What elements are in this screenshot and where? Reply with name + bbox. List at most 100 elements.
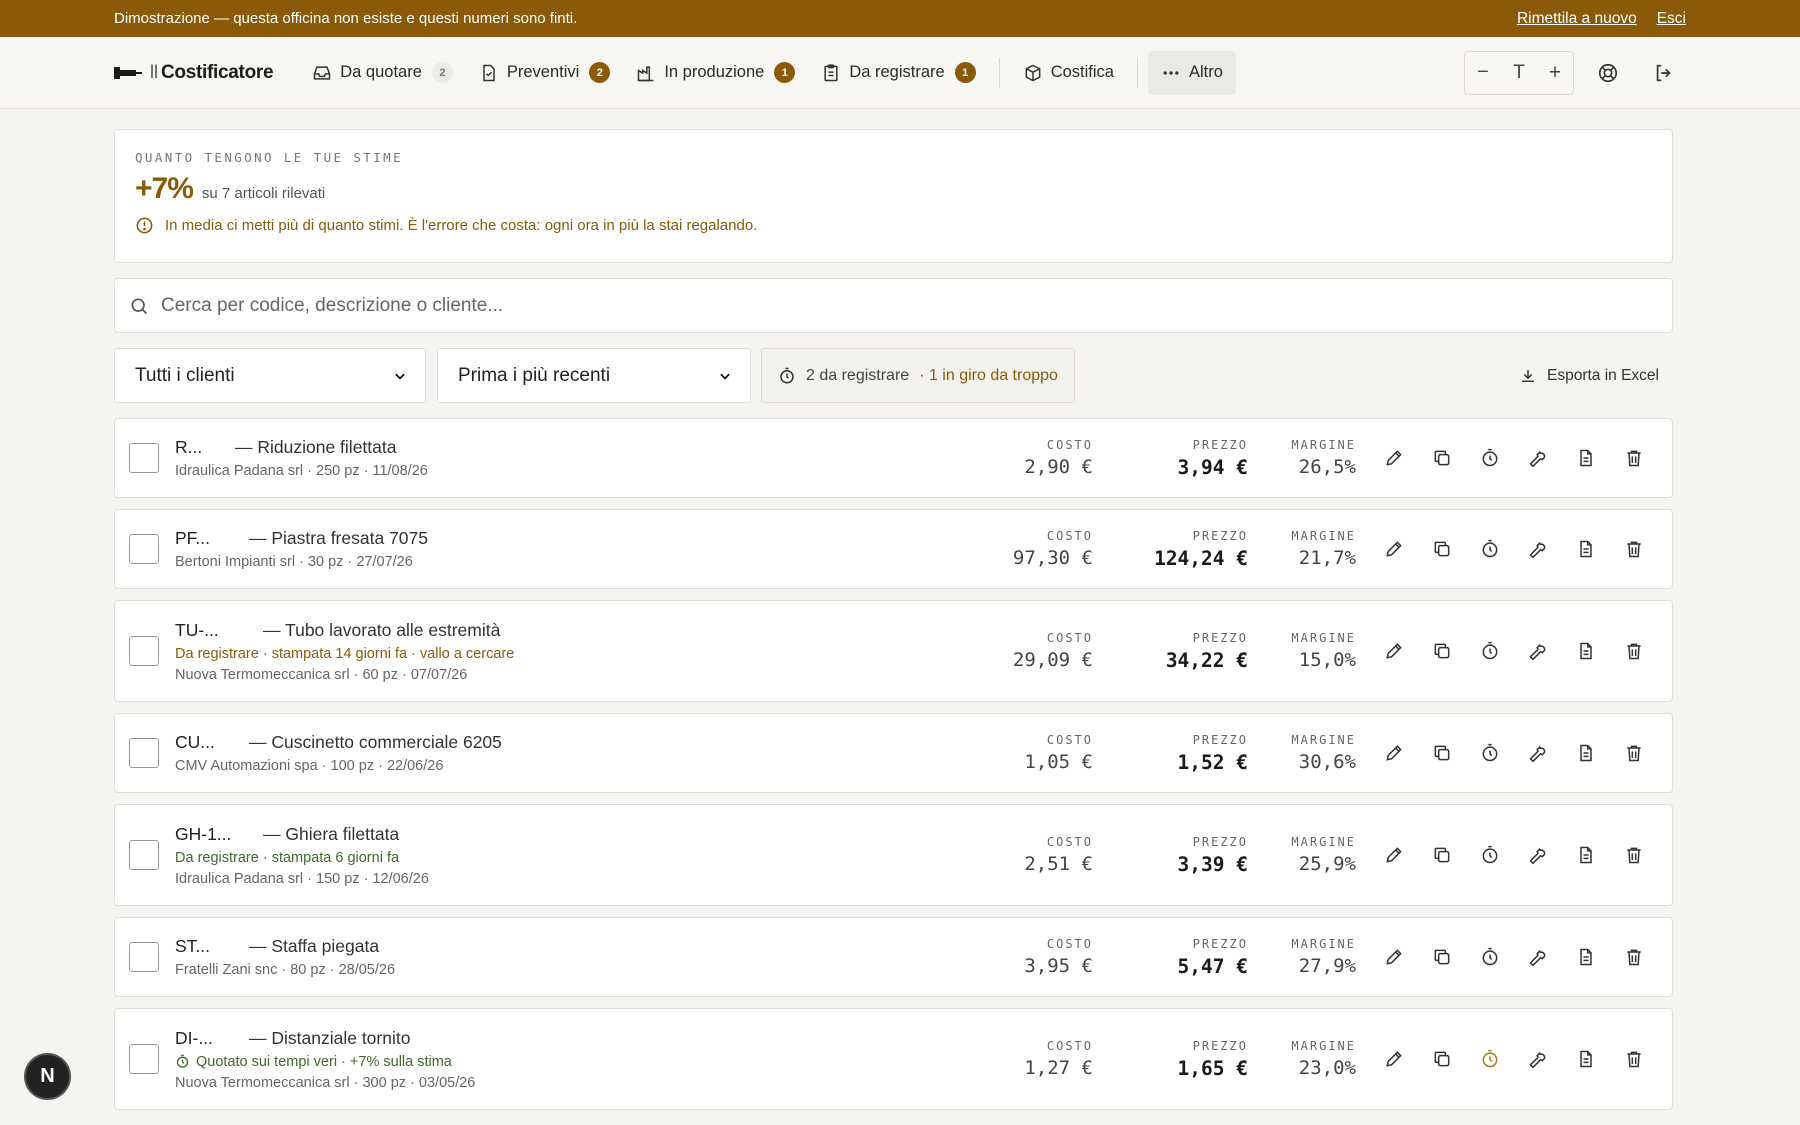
article-meta: Bertoni Impianti srl · 30 pz · 27/07/26: [175, 554, 413, 570]
timer-button[interactable]: [1466, 529, 1514, 569]
duplicate-button[interactable]: [1418, 733, 1466, 773]
timer-button[interactable]: [1466, 835, 1514, 875]
export-excel-button[interactable]: Esporta in Excel: [1519, 367, 1659, 385]
duplicate-button[interactable]: [1418, 835, 1466, 875]
document-button[interactable]: [1562, 438, 1610, 478]
document-button[interactable]: [1562, 631, 1610, 671]
estimate-accuracy-card: QUANTO TENGONO LE TUE STIME +7% su 7 art…: [114, 129, 1673, 263]
price-value: 5,47 €: [1177, 954, 1248, 978]
nav-da-quotare[interactable]: Da quotare 2: [299, 51, 466, 95]
nav-costifica[interactable]: Costifica: [1010, 51, 1127, 95]
document-button[interactable]: [1562, 529, 1610, 569]
document-button[interactable]: [1562, 937, 1610, 977]
article-list: R... — Riduzione filettata Idraulica Pada…: [114, 418, 1673, 1110]
document-icon: [1580, 948, 1592, 966]
delete-button[interactable]: [1610, 733, 1658, 773]
delete-button[interactable]: [1610, 835, 1658, 875]
document-button[interactable]: [1562, 733, 1610, 773]
timer-button[interactable]: [1466, 438, 1514, 478]
to-register-filter[interactable]: 2 da registrare · 1 in giro da troppo: [761, 348, 1075, 403]
nav-count-badge: 2: [589, 62, 611, 83]
edit-button[interactable]: [1370, 631, 1418, 671]
row-checkbox[interactable]: [129, 534, 159, 564]
estimate-warning: In media ci metti più di quanto stimi. È…: [135, 216, 1652, 235]
nav-altro[interactable]: Altro: [1147, 50, 1236, 95]
edit-button[interactable]: [1370, 733, 1418, 773]
cycle-button[interactable]: [1514, 733, 1562, 773]
row-checkbox[interactable]: [129, 942, 159, 972]
cycle-button[interactable]: [1514, 1039, 1562, 1079]
nav-in-produzione[interactable]: In produzione 1: [623, 51, 808, 95]
cycle-button[interactable]: [1514, 529, 1562, 569]
timer-button[interactable]: [1466, 631, 1514, 671]
article-meta: Idraulica Padana srl · 150 pz · 12/06/26: [175, 870, 429, 887]
cycle-button[interactable]: [1514, 835, 1562, 875]
table-row[interactable]: GH-1... — Ghiera filettata Da registrare …: [114, 804, 1673, 906]
table-row[interactable]: DI-... — Distanziale tornito Quotato sui …: [114, 1008, 1673, 1110]
document-button[interactable]: [1562, 835, 1610, 875]
row-checkbox[interactable]: [129, 1044, 159, 1074]
cycle-button[interactable]: [1514, 438, 1562, 478]
stopwatch-icon: [1482, 539, 1498, 558]
margin-value: 30,6%: [1298, 751, 1356, 773]
nav-da-registrare[interactable]: Da registrare 1: [808, 51, 988, 95]
duplicate-button[interactable]: [1418, 529, 1466, 569]
duplicate-button[interactable]: [1418, 631, 1466, 671]
duplicate-button[interactable]: [1418, 937, 1466, 977]
price-label: PREZZO: [1192, 1038, 1248, 1053]
cost-value: 3,95 €: [1024, 955, 1093, 977]
client-select[interactable]: Tutti i clienti: [114, 348, 426, 403]
price-label: PREZZO: [1192, 528, 1248, 543]
edit-button[interactable]: [1370, 438, 1418, 478]
logout-button[interactable]: [1642, 51, 1686, 95]
row-checkbox[interactable]: [129, 443, 159, 473]
cost-value: 29,09 €: [1012, 649, 1093, 671]
delete-button[interactable]: [1610, 937, 1658, 977]
edit-button[interactable]: [1370, 1039, 1418, 1079]
delete-button[interactable]: [1610, 529, 1658, 569]
trash-icon: [1627, 847, 1641, 864]
font-decrease-button[interactable]: −: [1465, 52, 1501, 94]
brand[interactable]: ll Costificatore: [114, 62, 274, 84]
document-button[interactable]: [1562, 1039, 1610, 1079]
timer-button[interactable]: [1466, 733, 1514, 773]
row-checkbox[interactable]: [129, 636, 159, 666]
exit-demo-link[interactable]: Esci: [1657, 10, 1686, 28]
row-checkbox[interactable]: [129, 840, 159, 870]
font-increase-button[interactable]: +: [1537, 52, 1573, 94]
pencil-icon: [1386, 949, 1402, 965]
delete-button[interactable]: [1610, 438, 1658, 478]
table-row[interactable]: CU... — Cuscinetto commerciale 6205 CMV A…: [114, 713, 1673, 793]
edit-button[interactable]: [1370, 835, 1418, 875]
delete-button[interactable]: [1610, 1039, 1658, 1079]
article-meta: Nuova Termomeccanica srl · 300 pz · 03/0…: [175, 1074, 476, 1091]
duplicate-button[interactable]: [1418, 438, 1466, 478]
delete-button[interactable]: [1610, 631, 1658, 671]
article-description: — Cuscinetto commerciale 6205: [249, 732, 502, 752]
font-reset-button[interactable]: T: [1501, 52, 1537, 94]
cycle-button[interactable]: [1514, 937, 1562, 977]
edit-button[interactable]: [1370, 529, 1418, 569]
reset-demo-link[interactable]: Rimettila a nuovo: [1517, 10, 1637, 28]
cycle-button[interactable]: [1514, 631, 1562, 671]
article-meta: Nuova Termomeccanica srl · 60 pz · 07/07…: [175, 666, 468, 683]
table-row[interactable]: PF... — Piastra fresata 7075 Bertoni Impi…: [114, 509, 1673, 589]
demo-message: Dimostrazione — questa officina non esis…: [114, 10, 578, 27]
cost-label: COSTO: [1046, 733, 1093, 747]
timer-button[interactable]: [1466, 1039, 1514, 1079]
nav-count-badge: 1: [954, 62, 976, 83]
duplicate-button[interactable]: [1418, 1039, 1466, 1079]
edit-button[interactable]: [1370, 937, 1418, 977]
wrench-icon: [1529, 949, 1546, 967]
timer-button[interactable]: [1466, 937, 1514, 977]
table-row[interactable]: ST... — Staffa piegata Fratelli Zani snc …: [114, 917, 1673, 997]
sort-select[interactable]: Prima i più recenti: [437, 348, 751, 403]
nextjs-dev-button[interactable]: N: [24, 1053, 71, 1100]
help-button[interactable]: [1586, 51, 1630, 95]
stopwatch-icon: [780, 367, 794, 383]
nav-preventivi[interactable]: Preventivi 2: [466, 51, 623, 95]
row-checkbox[interactable]: [129, 738, 159, 768]
search-input[interactable]: [161, 294, 1658, 317]
table-row[interactable]: R... — Riduzione filettata Idraulica Pada…: [114, 418, 1673, 498]
table-row[interactable]: TU-... — Tubo lavorato alle estremità Da …: [114, 600, 1673, 702]
